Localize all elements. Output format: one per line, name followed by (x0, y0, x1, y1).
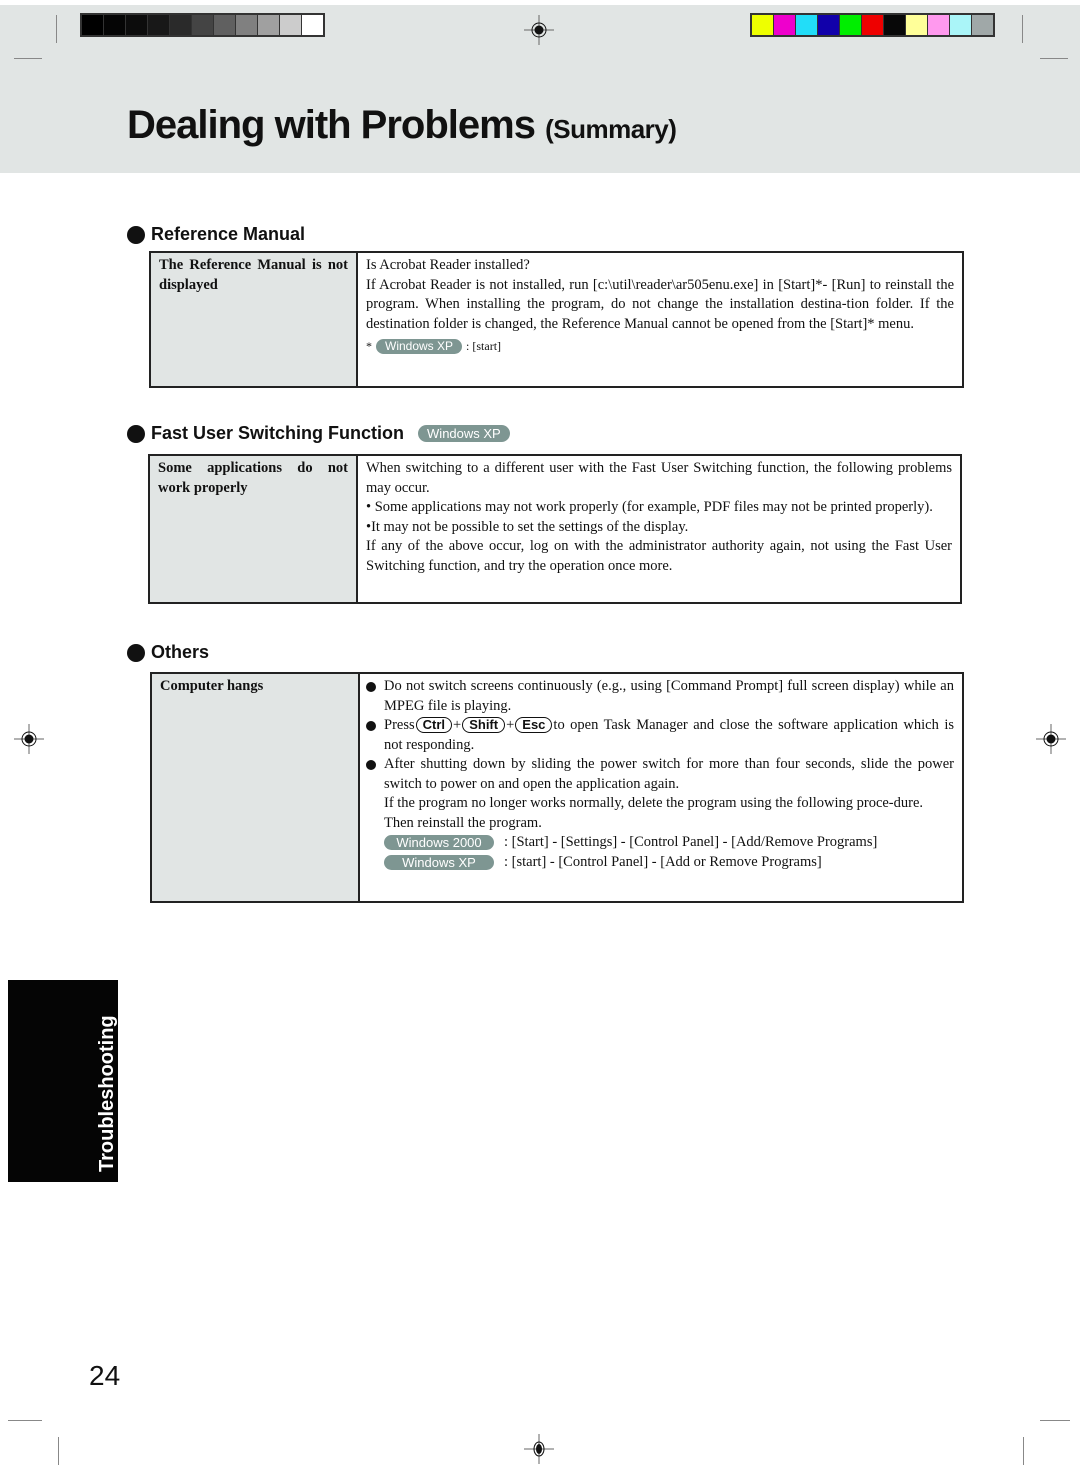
problem-cell: The Reference Manual is not displayed (151, 253, 358, 386)
key-separator: + (506, 717, 515, 733)
registration-mark-icon (1036, 724, 1066, 754)
color-swatch (972, 15, 993, 35)
color-swatch (752, 15, 773, 35)
bullet-icon (127, 643, 145, 662)
color-swatch (862, 15, 883, 35)
crop-mark (14, 58, 42, 59)
key-esc: Esc (515, 717, 553, 733)
crop-mark (1023, 1437, 1024, 1465)
section-title: Reference Manual (151, 224, 306, 244)
solution-cell: Do not switch screens continuously (e.g.… (360, 674, 962, 901)
crop-mark (58, 1437, 59, 1465)
color-swatch (928, 15, 949, 35)
os-badge-windows-xp: Windows XP (384, 854, 494, 870)
color-swatch (170, 15, 191, 35)
solution-cell: Is Acrobat Reader installed? If Acrobat … (358, 253, 962, 386)
solution-bullet: Do not switch screens continuously (e.g.… (366, 677, 954, 716)
bullet-prefix: Press (384, 717, 415, 733)
path-text: : [Start] - [Settings] - [Control Panel]… (504, 834, 878, 850)
path-text: : [start] - [Control Panel] - [Add or Re… (504, 853, 822, 870)
color-swatch (258, 15, 279, 35)
footnote: * Windows XP : [start] (366, 337, 954, 357)
color-swatch (192, 15, 213, 35)
bullet-text: Do not switch screens continuously (e.g.… (384, 678, 954, 714)
key-shift: Shift (462, 717, 506, 733)
solution-text: Is Acrobat Reader installed? (366, 257, 530, 273)
crop-mark (1040, 1420, 1070, 1421)
crop-mark (1022, 15, 1023, 43)
color-swatch (82, 15, 103, 35)
page-title: Dealing with Problems (Summary) (127, 103, 677, 148)
section-title: Others (151, 642, 210, 662)
page-title-subtitle: (Summary) (545, 114, 677, 144)
problem-cell: Some applications do not work properly (150, 456, 358, 602)
solution-text: Then reinstall the program. (384, 814, 542, 831)
bullet-text: After shutting down by sliding the power… (384, 756, 954, 792)
section-heading-reference-manual: Reference Manual (127, 224, 305, 245)
solution-text: If Acrobat Reader is not installed, run … (366, 276, 954, 332)
color-swatch (148, 15, 169, 35)
others-table: Computer hangs Do not switch screens con… (150, 672, 964, 903)
path-row-windows-2000: Windows 2000 : [Start] - [Settings] - [C… (384, 833, 954, 853)
color-swatch (774, 15, 795, 35)
color-swatch (884, 15, 905, 35)
bullet-icon (127, 424, 145, 443)
section-heading-fast-user-switching: Fast User Switching Function Windows XP (127, 423, 510, 444)
bullet-icon (127, 225, 145, 244)
bullet-icon (366, 760, 376, 770)
bullet-icon (366, 721, 376, 731)
problem-cell: Computer hangs (152, 674, 360, 901)
page-number: 24 (89, 1360, 121, 1391)
color-calibration-bar (750, 13, 995, 37)
os-badge-windows-2000: Windows 2000 (384, 835, 494, 851)
grayscale-calibration-bar (80, 13, 325, 37)
side-tab-troubleshooting: Troubleshooting (8, 980, 118, 1182)
reference-manual-table: The Reference Manual is not displayed Is… (149, 251, 964, 388)
section-heading-others: Others (127, 642, 209, 663)
registration-mark-icon (14, 724, 44, 754)
solution-cell: When switching to a different user with … (358, 456, 960, 602)
bullet-text: Press Ctrl + Shift + Esc to open Task Manager … (384, 716, 954, 755)
color-swatch (906, 15, 927, 35)
color-swatch (104, 15, 125, 35)
crop-mark (8, 1420, 42, 1421)
section-title: Fast User Switching Function (151, 423, 405, 443)
bullet-icon (366, 682, 376, 692)
footnote-text: : [start] (466, 339, 502, 353)
color-swatch (950, 15, 971, 35)
solution-text: When switching to a different user with … (366, 460, 952, 496)
solution-text: If any of the above occur, log on with t… (366, 538, 952, 574)
crop-mark (56, 15, 57, 43)
color-swatch (840, 15, 861, 35)
path-row-windows-xp: Windows XP : [start] - [Control Panel] -… (384, 853, 954, 873)
solution-bullet: •It may not be possible to set the setti… (366, 518, 689, 535)
crop-mark (1040, 58, 1068, 59)
bullet-content: After shutting down by sliding the power… (384, 755, 954, 872)
solution-bullet: • Some applications may not work properl… (366, 499, 933, 515)
color-swatch (214, 15, 235, 35)
color-swatch (236, 15, 257, 35)
page-title-main: Dealing with Problems (127, 103, 536, 147)
fast-user-switching-table: Some applications do not work properly W… (148, 454, 962, 604)
color-swatch (280, 15, 301, 35)
registration-mark-icon (524, 15, 554, 45)
color-swatch (818, 15, 839, 35)
color-swatch (302, 15, 323, 35)
footnote-marker: * (366, 339, 372, 353)
color-swatch (126, 15, 147, 35)
solution-bullet: After shutting down by sliding the power… (366, 755, 954, 872)
solution-text: If the program no longer works normally,… (384, 795, 924, 811)
key-separator: + (453, 717, 462, 733)
side-tab-label: Troubleshooting (96, 1015, 118, 1172)
os-badge-windows-xp: Windows XP (376, 339, 463, 355)
solution-bullet: Press Ctrl + Shift + Esc to open Task Manager … (366, 716, 954, 755)
color-swatch (796, 15, 817, 35)
os-badge-windows-xp: Windows XP (418, 425, 510, 442)
registration-mark-icon (524, 1434, 554, 1464)
key-ctrl: Ctrl (415, 717, 453, 733)
